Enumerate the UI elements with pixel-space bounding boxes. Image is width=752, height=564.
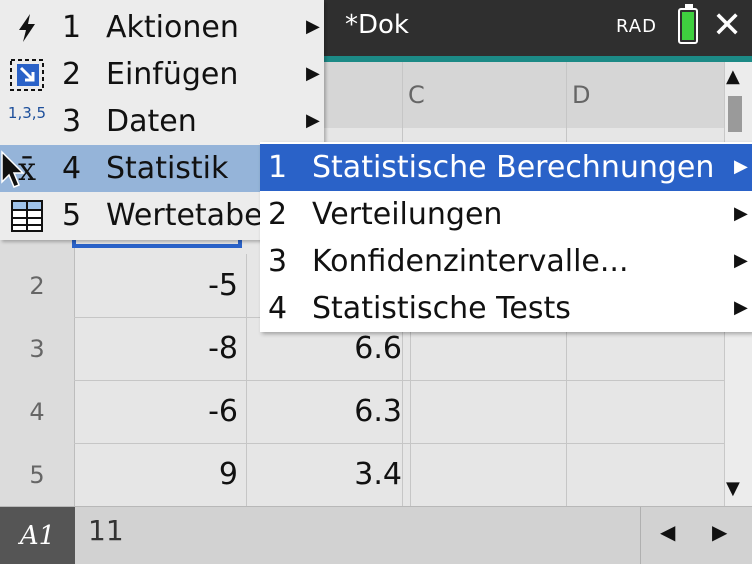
- submenu-arrow-icon: ▶: [734, 297, 748, 318]
- cell-reference: A1: [0, 507, 75, 564]
- submenu-item-verteilungen[interactable]: 2 Verteilungen ▶: [260, 191, 752, 238]
- column-header-c[interactable]: C: [402, 62, 573, 128]
- scroll-up-icon[interactable]: ▲: [726, 66, 740, 87]
- lightning-icon: [6, 10, 48, 46]
- row-divider: [402, 380, 724, 381]
- nav-right-icon[interactable]: ▶: [712, 520, 727, 544]
- table-cell[interactable]: 6.3: [238, 380, 411, 444]
- table-icon: [6, 198, 48, 234]
- table-cell[interactable]: -6: [74, 380, 247, 444]
- row-divider: [402, 443, 724, 444]
- submenu-arrow-icon: ▶: [734, 156, 748, 177]
- scroll-down-icon[interactable]: ▼: [726, 478, 740, 499]
- close-icon[interactable]: ✕: [712, 4, 742, 48]
- statistik-submenu: 1 Statistische Berechnungen ▶ 2 Verteilu…: [260, 142, 752, 332]
- document-title[interactable]: *Dok: [345, 10, 409, 40]
- submenu-arrow-icon: ▶: [306, 16, 320, 37]
- row-header[interactable]: 5: [0, 443, 75, 507]
- cell-navigation: [640, 507, 752, 564]
- scroll-thumb[interactable]: [728, 96, 742, 132]
- entry-line-input[interactable]: 11: [88, 514, 124, 547]
- table-cell[interactable]: 9: [74, 443, 247, 507]
- row-header[interactable]: 3: [0, 317, 75, 381]
- submenu-arrow-icon: ▶: [734, 203, 748, 224]
- menu-item-einfuegen[interactable]: 2 Einfügen ▶: [0, 51, 324, 98]
- submenu-arrow-icon: ▶: [734, 250, 748, 271]
- submenu-item-statistische-berechnungen[interactable]: 1 Statistische Berechnungen ▶: [260, 144, 752, 191]
- row-header[interactable]: 4: [0, 380, 75, 444]
- table-cell[interactable]: -5: [74, 254, 247, 318]
- angle-mode-indicator: RAD: [616, 16, 657, 37]
- insert-icon: [6, 57, 48, 93]
- row-header[interactable]: 2: [0, 254, 75, 318]
- menu-item-daten[interactable]: 1,3,5 3 Daten ▶: [0, 98, 324, 145]
- nav-left-icon[interactable]: ◀: [660, 520, 675, 544]
- selected-cell-outline: [72, 244, 242, 248]
- table-cell[interactable]: -8: [74, 317, 247, 381]
- table-cell[interactable]: 3.4: [238, 443, 411, 507]
- submenu-item-konfidenzintervalle[interactable]: 3 Konfidenzintervalle... ▶: [260, 238, 752, 285]
- submenu-arrow-icon: ▶: [306, 63, 320, 84]
- column-header-d[interactable]: D: [566, 62, 731, 128]
- mouse-pointer-icon: [0, 150, 26, 190]
- submenu-item-statistische-tests[interactable]: 4 Statistische Tests ▶: [260, 285, 752, 332]
- data-sequence-icon: 1,3,5: [7, 104, 47, 122]
- submenu-arrow-icon: ▶: [306, 110, 320, 131]
- menu-item-aktionen[interactable]: 1 Aktionen ▶: [0, 4, 324, 51]
- battery-icon: [678, 4, 698, 44]
